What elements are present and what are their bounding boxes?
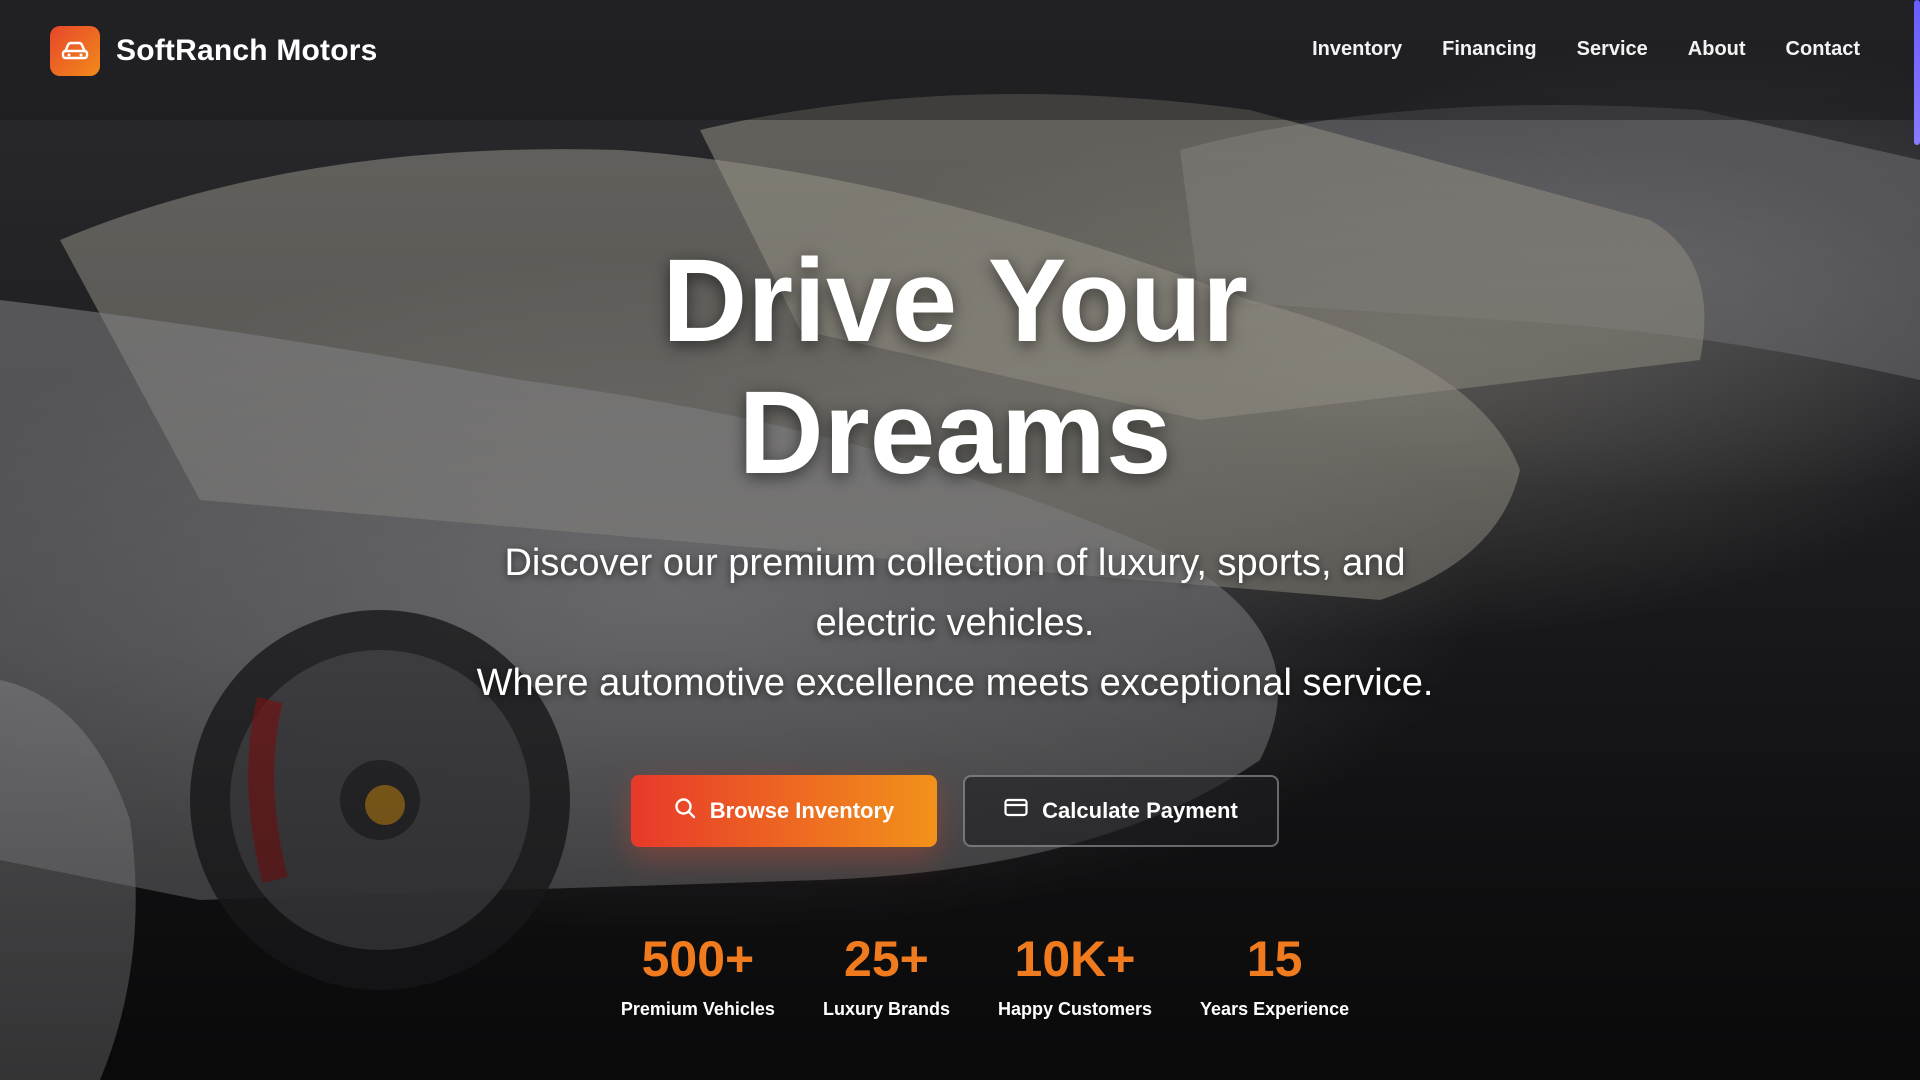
search-icon — [674, 797, 696, 825]
hero-content: Drive Your Dreams Discover our premium c… — [0, 235, 1910, 1020]
stat-value: 500+ — [641, 931, 755, 987]
car-icon — [50, 26, 100, 76]
stat-label: Premium Vehicles — [620, 999, 775, 1019]
stat-luxury-brands: 25+ Luxury Brands — [823, 931, 950, 1020]
scrollbar-thumb[interactable] — [1914, 0, 1920, 145]
hero-actions: Browse Inventory Calculate Payment — [0, 775, 1910, 847]
browse-inventory-label: Browse Inventory — [709, 798, 895, 823]
stat-value: 15 — [1246, 931, 1303, 987]
brand-link[interactable]: SoftRanch Motors — [50, 26, 378, 76]
stat-label: Years Experience — [1200, 999, 1350, 1019]
nav-item-about[interactable]: About — [1688, 38, 1746, 61]
main-nav: Inventory Financing Service About Contac… — [1312, 38, 1860, 61]
credit-card-icon — [1004, 798, 1028, 824]
hero-title-line-2: Dreams — [738, 367, 1172, 499]
browse-inventory-button[interactable]: Browse Inventory — [631, 775, 937, 847]
stats-row: 500+ Premium Vehicles 25+ Luxury Brands … — [60, 931, 1910, 1020]
stat-premium-vehicles: 500+ Premium Vehicles — [621, 931, 775, 1020]
stat-happy-customers: 10K+ Happy Customers — [998, 931, 1152, 1020]
nav-item-contact[interactable]: Contact — [1786, 38, 1860, 61]
hero-subtitle: Discover our premium collection of luxur… — [455, 533, 1455, 713]
stat-value: 25+ — [844, 931, 929, 987]
hero-section: SoftRanch Motors Inventory Financing Ser… — [0, 0, 1920, 1080]
nav-item-inventory[interactable]: Inventory — [1312, 38, 1402, 61]
nav-item-financing[interactable]: Financing — [1442, 38, 1536, 61]
site-header: SoftRanch Motors Inventory Financing Ser… — [0, 0, 1920, 100]
brand-name: SoftRanch Motors — [116, 34, 378, 67]
calculate-payment-label: Calculate Payment — [1042, 798, 1238, 823]
stat-label: Luxury Brands — [822, 999, 950, 1019]
nav-item-service[interactable]: Service — [1577, 38, 1648, 61]
hero-title: Drive Your Dreams — [0, 235, 1910, 499]
hero-title-line-1: Drive Your — [662, 235, 1248, 367]
calculate-payment-button[interactable]: Calculate Payment — [963, 775, 1279, 847]
stat-value: 10K+ — [1014, 931, 1136, 987]
stat-years-experience: 15 Years Experience — [1200, 931, 1349, 1020]
hero-subtitle-line-1: Discover our premium collection of luxur… — [504, 542, 1406, 644]
stat-label: Happy Customers — [997, 999, 1153, 1019]
hero-subtitle-line-2: Where automotive excellence meets except… — [476, 662, 1434, 704]
